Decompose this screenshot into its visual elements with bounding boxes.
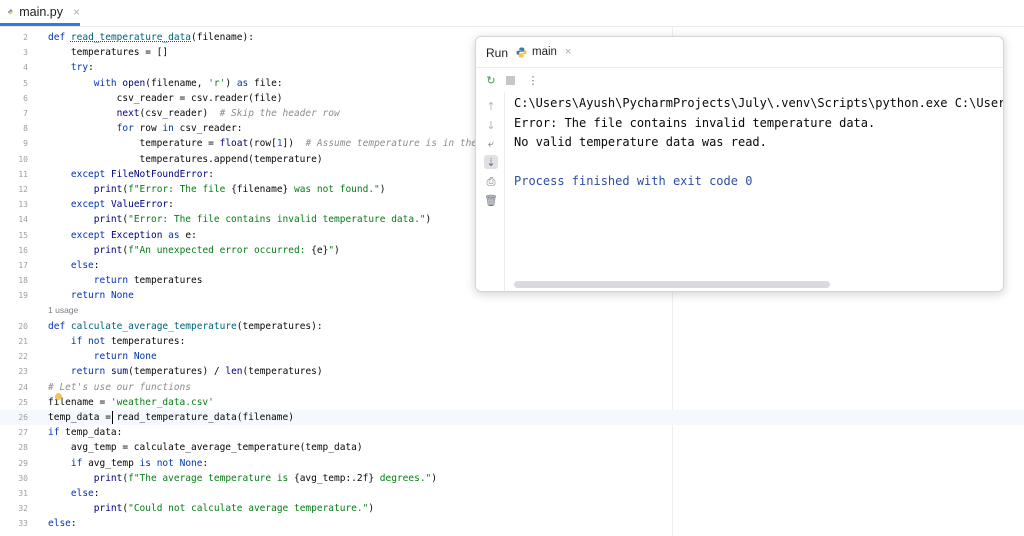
text-caret <box>112 411 113 424</box>
line-number: 28 <box>18 443 28 453</box>
python-file-icon <box>8 9 13 14</box>
line-number: 24 <box>18 382 28 392</box>
code-line[interactable]: def calculate_average_temperature(temper… <box>48 319 323 334</box>
run-tab-main[interactable]: main × <box>516 46 571 58</box>
tab-label: main.py <box>19 4 63 19</box>
tab-main-py[interactable]: main.py × <box>0 0 80 26</box>
code-line[interactable]: if not temperatures: <box>48 334 185 349</box>
line-number: 4 <box>23 63 28 73</box>
horizontal-scrollbar[interactable] <box>514 281 830 288</box>
python-run-icon <box>516 46 527 58</box>
console-exit-line: Process finished with exit code 0 <box>514 174 753 188</box>
code-line[interactable]: print(f"An unexpected error occurred: {e… <box>48 243 340 258</box>
line-number: 16 <box>18 245 28 255</box>
rerun-icon[interactable]: ↻ <box>484 73 498 87</box>
code-line[interactable]: temperatures.append(temperature) <box>48 152 323 167</box>
code-line[interactable]: avg_temp = calculate_average_temperature… <box>48 440 363 455</box>
code-line[interactable]: next(csv_reader) # Skip the header row <box>48 106 340 121</box>
line-number: 30 <box>18 473 28 483</box>
console-command-line: C:\Users\Ayush\PycharmProjects\July\.ven… <box>514 96 1004 110</box>
run-tab-close-icon[interactable]: × <box>565 46 571 58</box>
line-number: 32 <box>18 504 28 514</box>
line-number: 2 <box>23 33 28 42</box>
code-line[interactable]: csv_reader = csv.reader(file) <box>48 91 283 106</box>
code-line[interactable]: except Exception as e: <box>48 228 197 243</box>
scroll-up-icon[interactable]: ↑ <box>484 99 498 113</box>
code-line[interactable]: # Let's use our functions <box>48 380 191 395</box>
run-tool-window: Run main × ↻ ⋮ ↑ ↓ ⤶ ⇣ ⎙ 🗑 C:\Users\Ayus… <box>475 36 1004 292</box>
code-line[interactable]: print(f"Error: The file {filename} was n… <box>48 182 386 197</box>
line-number: 13 <box>18 200 28 210</box>
code-line[interactable]: print("Error: The file contains invalid … <box>48 212 432 227</box>
code-line[interactable]: if avg_temp is not None: <box>48 456 208 471</box>
more-options-icon[interactable]: ⋮ <box>526 73 540 87</box>
run-tab-label: main <box>532 46 557 58</box>
line-number: 10 <box>18 154 28 164</box>
trash-icon[interactable]: 🗑 <box>484 193 498 207</box>
code-line[interactable]: except FileNotFoundError: <box>48 167 214 182</box>
code-line[interactable]: print("Could not calculate average tempe… <box>48 501 374 516</box>
line-number: 31 <box>18 489 28 498</box>
console-error-line: Error: The file contains invalid tempera… <box>514 116 876 130</box>
code-line[interactable]: print(f"The average temperature is {avg_… <box>48 471 437 486</box>
line-number: 26 <box>18 413 28 422</box>
toolbar-divider <box>504 92 505 291</box>
line-number: 23 <box>18 367 28 377</box>
code-line[interactable]: else: <box>48 516 77 531</box>
stop-icon[interactable] <box>503 73 517 87</box>
run-panel-title: Run <box>486 46 509 60</box>
line-number: 9 <box>23 139 28 149</box>
line-number: 12 <box>18 185 28 194</box>
code-line[interactable]: for row in csv_reader: <box>48 121 243 136</box>
line-number: 18 <box>18 276 28 286</box>
editor-tab-bar: main.py × <box>0 0 1024 27</box>
scroll-down-icon[interactable]: ↓ <box>484 118 498 132</box>
line-number: 6 <box>23 93 28 103</box>
console-message-line: No valid temperature data was read. <box>514 135 767 149</box>
code-line[interactable]: return sum(temperatures) / len(temperatu… <box>48 364 323 379</box>
code-line[interactable]: return None <box>48 288 134 303</box>
line-number: 33 <box>18 519 28 529</box>
line-number: 15 <box>18 230 28 240</box>
line-number: 3 <box>23 48 28 58</box>
code-line[interactable]: return temperatures <box>48 273 203 288</box>
code-line[interactable]: filename = 'weather_data.csv' <box>48 395 214 410</box>
run-header-divider <box>476 67 1003 68</box>
line-number: 25 <box>18 397 28 407</box>
code-line[interactable]: else: <box>48 258 100 273</box>
line-number: 7 <box>23 109 28 118</box>
line-number: 22 <box>18 352 28 362</box>
code-line[interactable]: def read_temperature_data(filename): <box>48 30 254 45</box>
line-number: 21 <box>18 337 28 346</box>
code-line[interactable]: with open(filename, 'r') as file: <box>48 76 283 91</box>
tab-close-icon[interactable]: × <box>73 5 80 19</box>
line-number: 20 <box>18 321 28 331</box>
line-number: 11 <box>18 169 28 179</box>
print-icon[interactable]: ⎙ <box>484 175 498 189</box>
code-line[interactable]: else: <box>48 486 100 501</box>
usage-hint[interactable]: 1 usage <box>48 305 78 315</box>
line-number: 27 <box>18 428 28 438</box>
intention-bulb-icon[interactable] <box>55 392 62 400</box>
code-line[interactable]: temp_data = read_temperature_data(filena… <box>48 410 294 425</box>
code-line[interactable]: return None <box>48 349 157 364</box>
line-number: 5 <box>23 78 28 88</box>
line-number: 14 <box>18 215 28 225</box>
code-line[interactable]: temperature = float(row[1]) # Assume tem… <box>48 136 518 151</box>
code-line[interactable]: except ValueError: <box>48 197 174 212</box>
code-line[interactable]: temperatures = [] <box>48 45 168 60</box>
soft-wrap-icon[interactable]: ⤶ <box>484 137 498 151</box>
line-number: 8 <box>23 124 28 134</box>
scroll-to-end-icon[interactable]: ⇣ <box>484 155 498 169</box>
code-line[interactable]: try: <box>48 60 94 75</box>
line-number: 19 <box>18 291 28 301</box>
line-number: 29 <box>18 458 28 468</box>
code-line[interactable]: if temp_data: <box>48 425 122 440</box>
line-number: 17 <box>18 261 28 270</box>
